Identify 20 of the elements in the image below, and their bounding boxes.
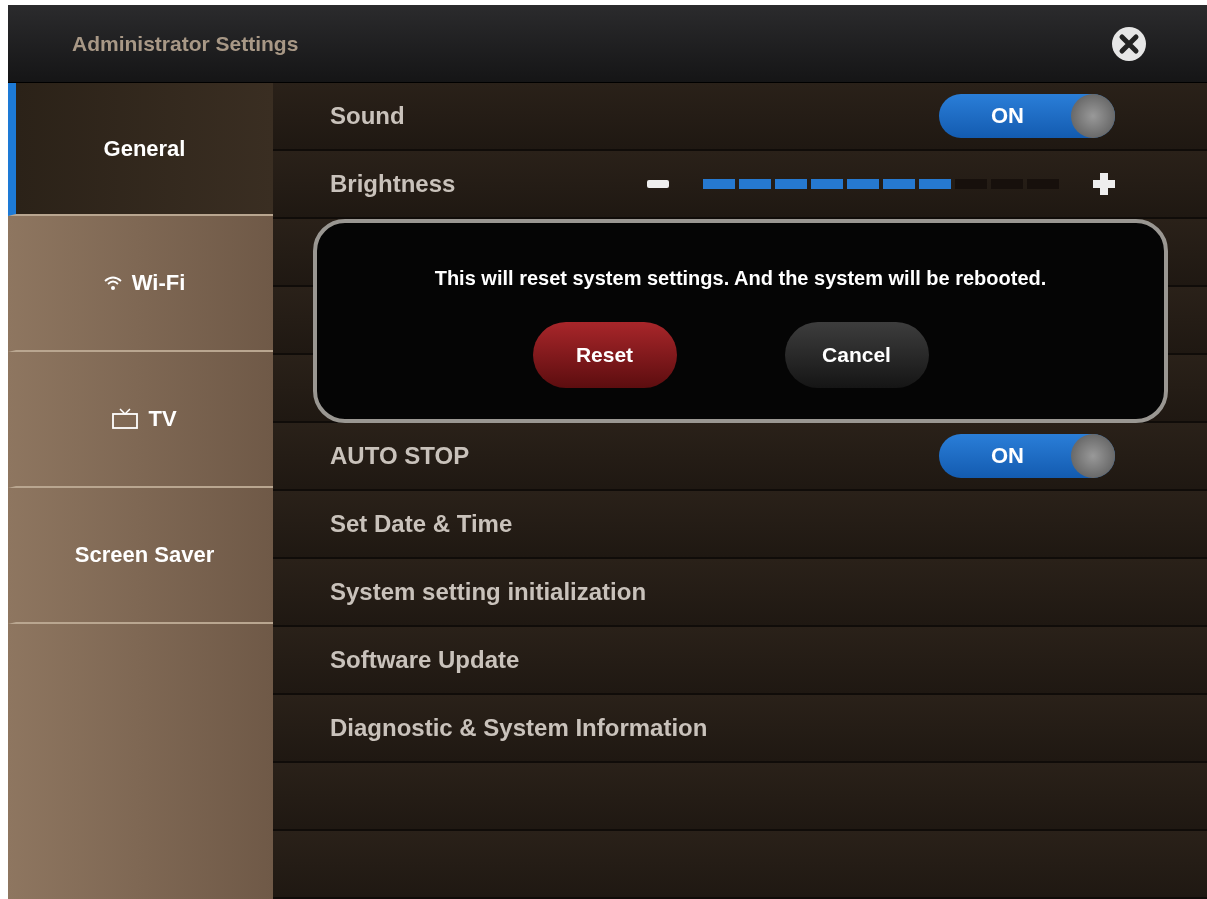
setting-label[interactable]: Software Update (330, 646, 520, 674)
setting-label[interactable]: System setting initialization (330, 578, 647, 606)
toggle-switch[interactable]: ON (939, 94, 1115, 138)
dialog-message: This will reset system settings. And the system will be rebooted. (434, 267, 1047, 290)
setting-label: AUTO STOP (330, 442, 470, 470)
setting-label: Sound (330, 102, 405, 130)
setting-label: Brightness (330, 170, 456, 198)
toggle-switch[interactable]: ON (939, 434, 1115, 478)
sidebar-tab[interactable]: General (8, 83, 273, 216)
window-title: Administrator Settings (72, 31, 299, 56)
setting-label[interactable]: Diagnostic & System Information (330, 714, 708, 742)
setting-label[interactable]: Set Date & Time (330, 510, 513, 538)
reset-button[interactable]: Reset (532, 322, 677, 388)
wifi-icon (103, 275, 122, 291)
tv-icon (112, 408, 139, 430)
close-icon[interactable] (1111, 25, 1147, 62)
plus-icon[interactable] (1093, 173, 1115, 195)
brightness-meter[interactable] (703, 179, 1059, 189)
minus-icon[interactable] (647, 179, 669, 189)
cancel-button[interactable]: Cancel (784, 322, 929, 388)
